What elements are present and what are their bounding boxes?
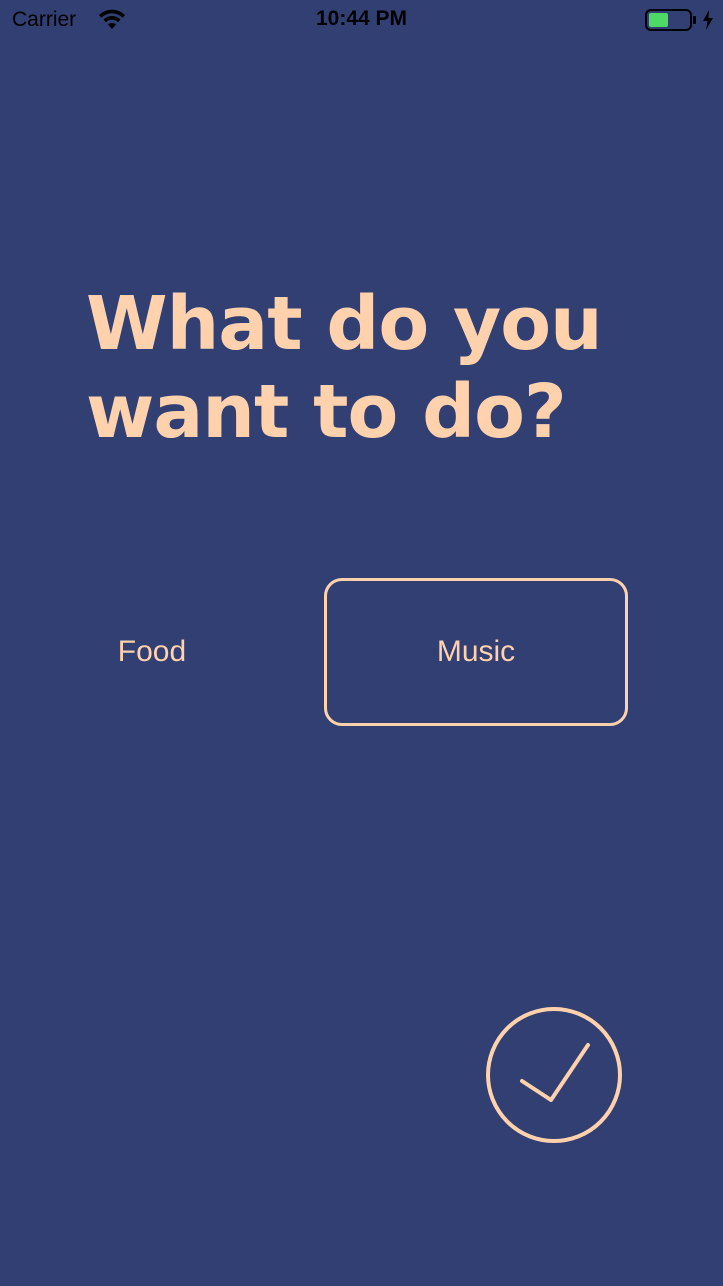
option-music-button[interactable]: Music xyxy=(324,578,628,726)
option-food-label: Food xyxy=(117,635,187,668)
option-music-label: Music xyxy=(436,635,516,668)
question-heading: What do you want to do? xyxy=(86,280,646,456)
status-bar: Carrier 10:44 PM xyxy=(0,0,723,40)
question-line-1: What do you xyxy=(86,281,603,367)
option-food-button[interactable]: Food xyxy=(0,578,304,726)
question-line-2: want to do? xyxy=(86,369,567,455)
charging-bolt-icon xyxy=(703,10,713,30)
battery-icon xyxy=(645,9,696,31)
confirm-button[interactable] xyxy=(485,1006,623,1144)
checkmark-icon xyxy=(520,1043,590,1102)
confirm-circle xyxy=(486,1007,622,1143)
status-time: 10:44 PM xyxy=(315,7,408,30)
